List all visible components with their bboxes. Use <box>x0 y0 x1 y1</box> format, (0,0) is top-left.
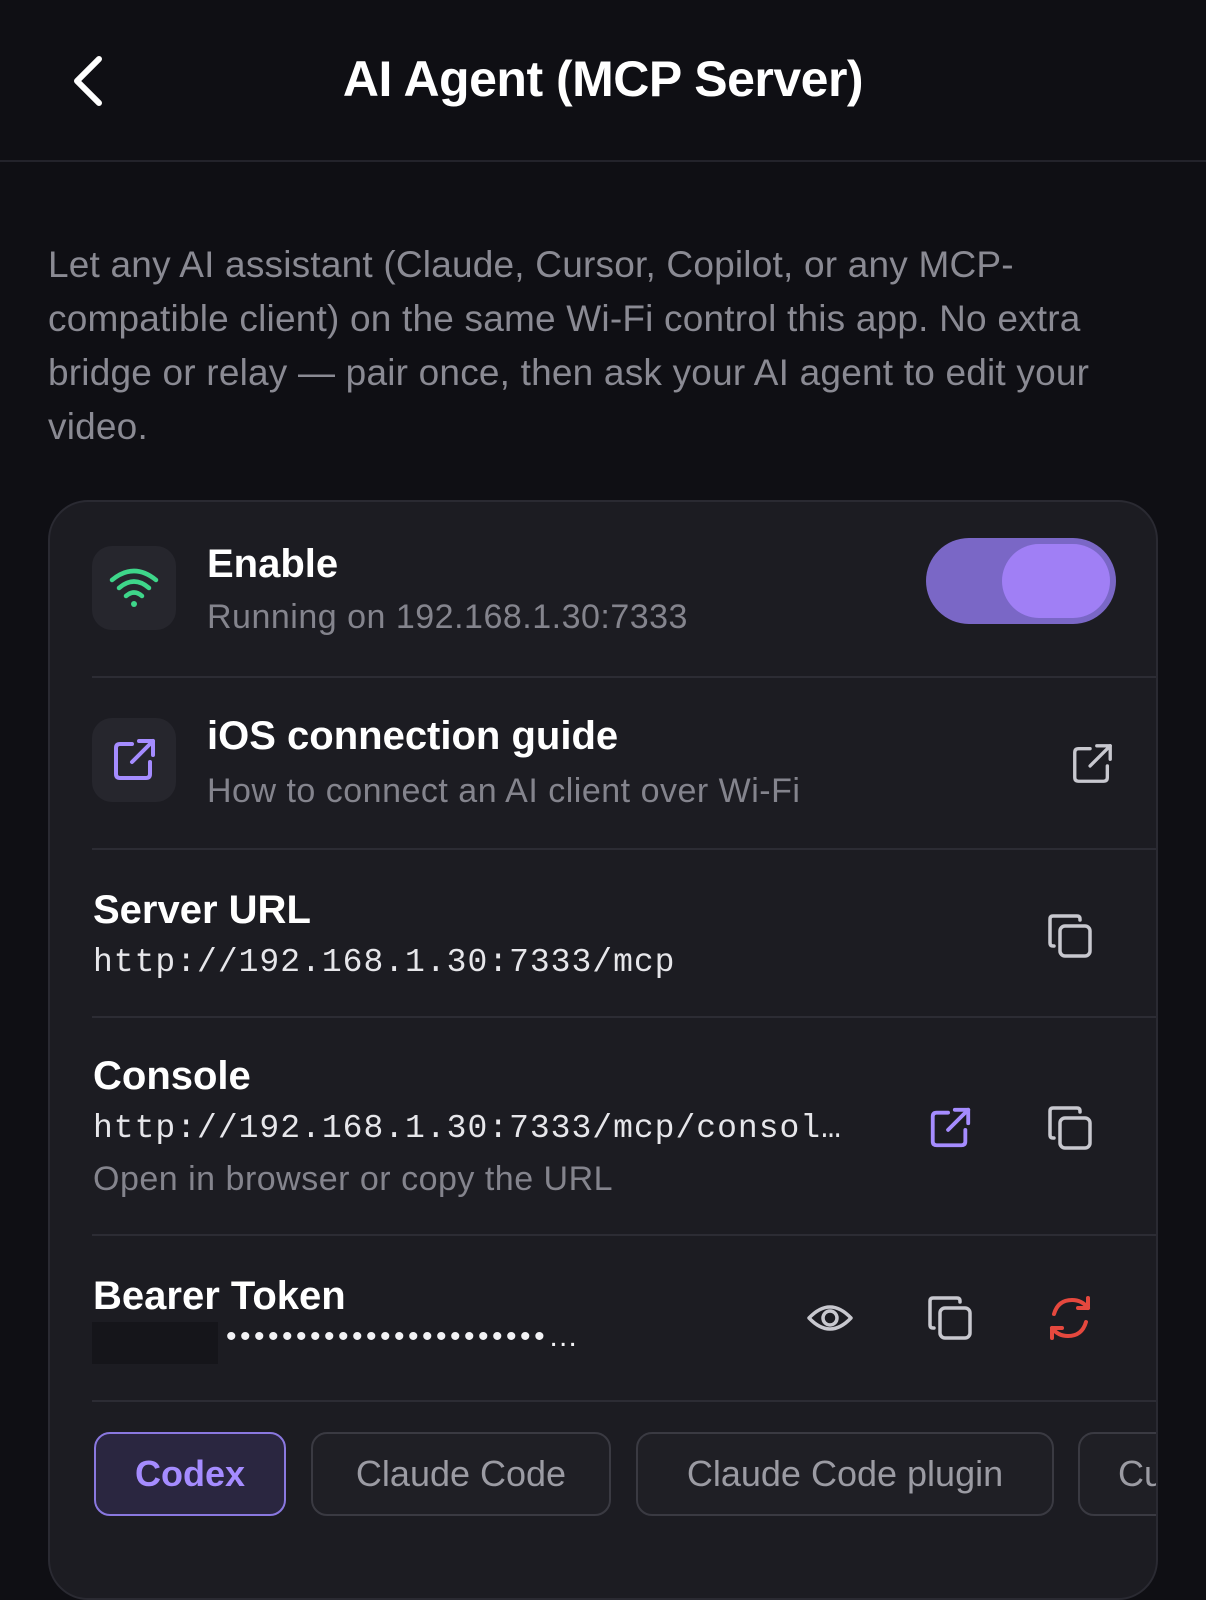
server-url-title: Server URL <box>93 888 311 932</box>
console-subtitle: Open in browser or copy the URL <box>93 1160 614 1198</box>
header-bar: AI Agent (MCP Server) <box>0 0 1206 162</box>
guide-title: iOS connection guide <box>207 714 619 758</box>
description-text: Let any AI assistant (Claude, Cursor, Co… <box>48 244 1090 447</box>
external-link-icon <box>1073 744 1112 783</box>
guide-subtitle: How to connect an AI client over Wi-Fi <box>207 772 801 810</box>
console-url-value: http://192.168.1.30:7333/mcp/consol… <box>93 1110 842 1147</box>
server-url-copy-button[interactable] <box>1040 906 1100 966</box>
toggle-knob <box>1002 544 1110 618</box>
tab-codex[interactable]: Codex <box>94 1432 286 1516</box>
enable-title: Enable <box>207 542 339 586</box>
enable-toggle[interactable] <box>926 538 1116 624</box>
divider <box>92 676 1156 678</box>
wifi-icon-tile <box>92 546 176 630</box>
external-link-icon <box>114 739 155 780</box>
copy-icon <box>1048 914 1092 958</box>
tab-cursor[interactable]: Cu <box>1078 1432 1156 1516</box>
console-open-button[interactable] <box>920 1098 980 1158</box>
eye-icon <box>807 1305 853 1331</box>
console-copy-button[interactable] <box>1040 1098 1100 1158</box>
copy-icon <box>1048 1106 1092 1150</box>
reveal-token-button[interactable] <box>800 1288 860 1348</box>
console-title: Console <box>93 1054 251 1098</box>
external-link-icon <box>930 1107 971 1148</box>
bearer-token-value: •••••••••••••••••••••••… <box>226 1320 582 1353</box>
divider <box>92 1234 1156 1236</box>
regenerate-token-button[interactable] <box>1040 1288 1100 1348</box>
tab-claude-code[interactable]: Claude Code <box>311 1432 611 1516</box>
server-url-value: http://192.168.1.30:7333/mcp <box>93 944 676 981</box>
divider <box>92 848 1156 850</box>
guide-open-button[interactable] <box>1062 734 1122 794</box>
divider <box>92 1400 1156 1402</box>
settings-card: Enable Running on 192.168.1.30:7333 iOS … <box>48 500 1158 1600</box>
token-mask-block <box>92 1322 218 1364</box>
copy-icon <box>928 1296 972 1340</box>
copy-token-button[interactable] <box>920 1288 980 1348</box>
tab-claude-code-plugin[interactable]: Claude Code plugin <box>636 1432 1054 1516</box>
page-title: AI Agent (MCP Server) <box>342 51 864 107</box>
wifi-icon <box>109 568 159 607</box>
refresh-icon <box>1050 1296 1090 1340</box>
guide-icon-tile <box>92 718 176 802</box>
divider <box>92 1016 1156 1018</box>
enable-status: Running on 192.168.1.30:7333 <box>207 598 688 636</box>
bearer-token-title: Bearer Token <box>93 1274 346 1318</box>
